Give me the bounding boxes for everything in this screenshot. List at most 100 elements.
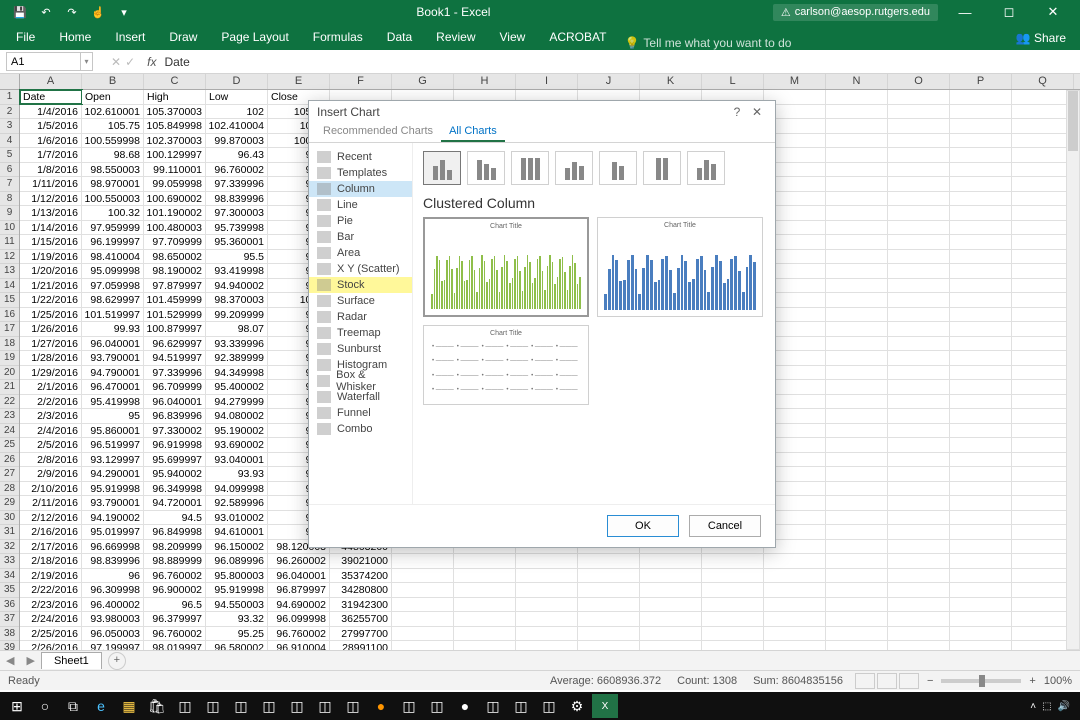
cell[interactable] [888,380,950,394]
cell[interactable]: 96.040001 [144,395,206,409]
cell[interactable] [1012,148,1074,162]
cell[interactable] [578,612,640,626]
cell[interactable]: 97.879997 [144,279,206,293]
cell[interactable] [826,598,888,612]
cell[interactable] [888,424,950,438]
row-header[interactable]: 24 [0,424,19,439]
cell[interactable]: 96.760002 [144,627,206,641]
cell[interactable]: 96.050003 [82,627,144,641]
cell[interactable]: 98.550003 [82,163,144,177]
cell[interactable] [950,511,1012,525]
row-header[interactable]: 27 [0,467,19,482]
cell[interactable] [950,134,1012,148]
cell[interactable] [888,583,950,597]
cell[interactable]: 101.459999 [144,293,206,307]
fx-icon[interactable]: fx [147,55,156,69]
cell[interactable] [950,409,1012,423]
cell[interactable]: 97.199997 [82,641,144,650]
cell[interactable] [516,612,578,626]
task-view-icon[interactable]: ⧉ [60,694,86,718]
cell[interactable] [640,583,702,597]
view-page-layout-icon[interactable] [877,673,897,689]
cell[interactable] [950,192,1012,206]
cell[interactable] [950,308,1012,322]
close-icon[interactable]: ✕ [1036,0,1070,24]
cell[interactable] [1012,322,1074,336]
column-header[interactable]: B [82,74,144,89]
cell[interactable] [888,221,950,235]
row-header[interactable]: 32 [0,540,19,555]
row-header[interactable]: 12 [0,250,19,265]
cell[interactable] [888,554,950,568]
app-icon[interactable]: ◫ [480,694,506,718]
cell[interactable]: 2/10/2016 [20,482,82,496]
cell[interactable] [888,250,950,264]
chart-category-treemap[interactable]: Treemap [309,325,412,341]
column-header[interactable]: P [950,74,1012,89]
row-header[interactable]: 33 [0,554,19,569]
cell[interactable]: 94.190002 [82,511,144,525]
cell[interactable]: 1/19/2016 [20,250,82,264]
cell[interactable] [888,641,950,650]
chart-preview-2[interactable]: Chart Title [597,217,763,317]
cell[interactable] [888,206,950,220]
tray-network-icon[interactable]: ⬚ [1042,701,1051,712]
cell[interactable] [764,569,826,583]
row-header[interactable]: 2 [0,105,19,120]
tab-formulas[interactable]: Formulas [301,25,375,50]
cell[interactable] [516,554,578,568]
cell[interactable]: 98.190002 [144,264,206,278]
cell[interactable] [826,221,888,235]
cancel-formula-icon[interactable]: ✕ [111,55,121,69]
cell[interactable]: 99.110001 [144,163,206,177]
cell[interactable]: 96.519997 [82,438,144,452]
column-header[interactable]: K [640,74,702,89]
column-header[interactable]: A [20,74,82,89]
tab-acrobat[interactable]: ACROBAT [537,25,618,50]
cell[interactable] [888,279,950,293]
tab-file[interactable]: File [4,25,47,50]
cell[interactable] [888,395,950,409]
cell[interactable]: 95.5 [206,250,268,264]
view-normal-icon[interactable] [855,673,875,689]
chart-category-x-y-scatter-[interactable]: X Y (Scatter) [309,261,412,277]
subtype-3d-column[interactable] [687,151,725,185]
start-button[interactable]: ⊞ [4,694,30,718]
cell[interactable] [950,264,1012,278]
row-header[interactable]: 17 [0,322,19,337]
cell[interactable] [888,105,950,119]
cell[interactable] [826,496,888,510]
row-header[interactable]: 38 [0,627,19,642]
cell[interactable] [826,148,888,162]
cell[interactable]: 102.610001 [82,105,144,119]
cell[interactable] [1012,569,1074,583]
cell[interactable] [392,569,454,583]
cell[interactable]: 93.790001 [82,351,144,365]
cell[interactable]: 1/27/2016 [20,337,82,351]
cell[interactable]: 2/24/2016 [20,612,82,626]
vertical-scrollbar[interactable] [1066,90,1080,650]
row-header[interactable]: 19 [0,351,19,366]
row-header[interactable]: 18 [0,337,19,352]
cell[interactable]: 99.870003 [206,134,268,148]
cell[interactable]: 96.919998 [144,438,206,452]
row-header[interactable]: 36 [0,598,19,613]
maximize-icon[interactable]: ◻ [992,0,1026,24]
cell[interactable] [454,583,516,597]
column-header[interactable]: L [702,74,764,89]
undo-icon[interactable]: ↶ [36,2,56,22]
cell[interactable]: 100.480003 [144,221,206,235]
column-header[interactable]: I [516,74,578,89]
cell[interactable]: 101.190002 [144,206,206,220]
cell[interactable]: 1/21/2016 [20,279,82,293]
cell[interactable] [454,641,516,650]
cell[interactable]: 98.370003 [206,293,268,307]
cell[interactable]: 94.940002 [206,279,268,293]
cell[interactable] [950,322,1012,336]
cell[interactable] [764,641,826,650]
cell[interactable]: 2/8/2016 [20,453,82,467]
cell[interactable] [454,554,516,568]
cell[interactable]: 95.919998 [206,583,268,597]
cell[interactable]: 97.709999 [144,235,206,249]
cell[interactable] [950,598,1012,612]
